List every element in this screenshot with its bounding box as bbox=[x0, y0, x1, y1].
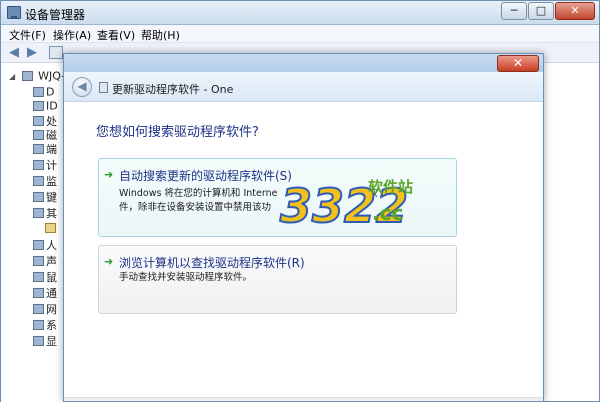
dialog-close-button[interactable]: ✕ bbox=[497, 55, 539, 72]
tree-item[interactable]: ▷鼠 bbox=[33, 269, 63, 283]
device-icon bbox=[33, 288, 44, 298]
device-icon bbox=[33, 101, 44, 111]
device-manager-icon bbox=[7, 6, 21, 19]
device-icon bbox=[99, 82, 108, 93]
device-icon bbox=[33, 192, 44, 202]
tree-item[interactable]: ▷人 bbox=[33, 237, 63, 251]
question-heading: 您想如何搜索驱动程序软件? bbox=[96, 125, 259, 140]
device-manager-titlebar: 设备管理器 ─ □ ✕ bbox=[1, 1, 599, 25]
option-title: 自动搜索更新的驱动程序软件(S) bbox=[119, 169, 292, 183]
device-icon bbox=[33, 336, 44, 346]
tree-item[interactable]: ▷监 bbox=[33, 173, 63, 187]
device-icon bbox=[33, 208, 44, 218]
properties-icon[interactable] bbox=[49, 46, 63, 59]
tree-item[interactable]: ▷磁 bbox=[33, 127, 63, 141]
device-icon bbox=[33, 240, 44, 250]
option-description: 手动查找并安装驱动程序软件。 bbox=[119, 272, 253, 283]
maximize-button[interactable]: □ bbox=[528, 2, 554, 20]
watermark-site: 软件站 bbox=[368, 178, 413, 196]
device-icon bbox=[33, 320, 44, 330]
tree-item[interactable]: ▷端 bbox=[33, 141, 63, 155]
dialog-title: 更新驱动程序软件 - One bbox=[112, 83, 234, 96]
device-icon bbox=[33, 116, 44, 126]
dialog-frame: ✕ bbox=[64, 54, 543, 72]
back-arrow-icon[interactable]: ◀ bbox=[9, 46, 23, 59]
device-icon bbox=[33, 130, 44, 140]
menu-help[interactable]: 帮助(H) bbox=[141, 27, 180, 43]
tree-item[interactable]: ▷网 bbox=[33, 301, 63, 315]
window-controls: ─ □ ✕ bbox=[501, 2, 595, 20]
device-icon bbox=[33, 160, 44, 170]
tree-root-label: WJQ- bbox=[38, 69, 66, 83]
forward-arrow-icon[interactable]: ▶ bbox=[27, 46, 41, 59]
tree-item[interactable]: ▷处 bbox=[33, 113, 63, 127]
back-button[interactable]: ◀ bbox=[72, 77, 92, 97]
tree-item[interactable]: ▷计 bbox=[33, 157, 63, 171]
option-title: 浏览计算机以查找驱动程序软件(R) bbox=[119, 256, 305, 270]
close-button[interactable]: ✕ bbox=[555, 2, 595, 20]
site-watermark: 3322 软件站 .cc bbox=[279, 178, 413, 234]
tree-item[interactable]: ▷键 bbox=[33, 189, 63, 203]
menu-file[interactable]: 文件(F) bbox=[9, 27, 46, 43]
tree-item[interactable]: ▷D bbox=[33, 85, 63, 99]
menu-action[interactable]: 操作(A) bbox=[53, 27, 91, 43]
computer-icon bbox=[21, 71, 33, 81]
device-icon bbox=[33, 144, 44, 154]
tree-item[interactable]: ▷系 bbox=[33, 317, 63, 331]
tree-item[interactable]: ▷通 bbox=[33, 285, 63, 299]
device-icon bbox=[33, 87, 44, 97]
dialog-body: 您想如何搜索驱动程序软件? ➜ 自动搜索更新的驱动程序软件(S) Windows… bbox=[64, 102, 543, 401]
tree-item[interactable]: ▷声 bbox=[33, 253, 63, 267]
tree-item[interactable]: ▷ID bbox=[33, 99, 63, 113]
device-icon bbox=[33, 304, 44, 314]
browse-computer-option[interactable]: ➜ 浏览计算机以查找驱动程序软件(R) 手动查找并安装驱动程序软件。 bbox=[98, 245, 457, 314]
window-title: 设备管理器 bbox=[25, 8, 86, 22]
green-arrow-icon: ➜ bbox=[104, 168, 114, 181]
tree-root[interactable]: ◢ WJQ- bbox=[9, 69, 65, 83]
green-arrow-icon: ➜ bbox=[104, 255, 114, 268]
tree-item[interactable]: ▷显 bbox=[33, 333, 63, 347]
menu-bar: 文件(F) 操作(A) 查看(V) 帮助(H) bbox=[1, 25, 599, 43]
tree-item[interactable]: ◢其 bbox=[33, 205, 63, 219]
warning-device-icon bbox=[45, 223, 56, 233]
collapse-triangle-icon[interactable]: ◢ bbox=[9, 72, 15, 81]
dialog-footer bbox=[64, 397, 543, 401]
device-icon bbox=[33, 256, 44, 266]
device-icon bbox=[33, 272, 44, 282]
dialog-header: ◀ 更新驱动程序软件 - One bbox=[64, 72, 543, 102]
device-icon bbox=[33, 176, 44, 186]
watermark-domain: .cc bbox=[372, 201, 403, 225]
minimize-button[interactable]: ─ bbox=[501, 2, 527, 20]
device-tree: ◢ WJQ- ▷D ▷ID ▷处 ▷磁 ▷端 ▷计 ▷监 ▷键 ◢其 ▷人 ▷声… bbox=[1, 63, 65, 402]
menu-view[interactable]: 查看(V) bbox=[97, 27, 135, 43]
